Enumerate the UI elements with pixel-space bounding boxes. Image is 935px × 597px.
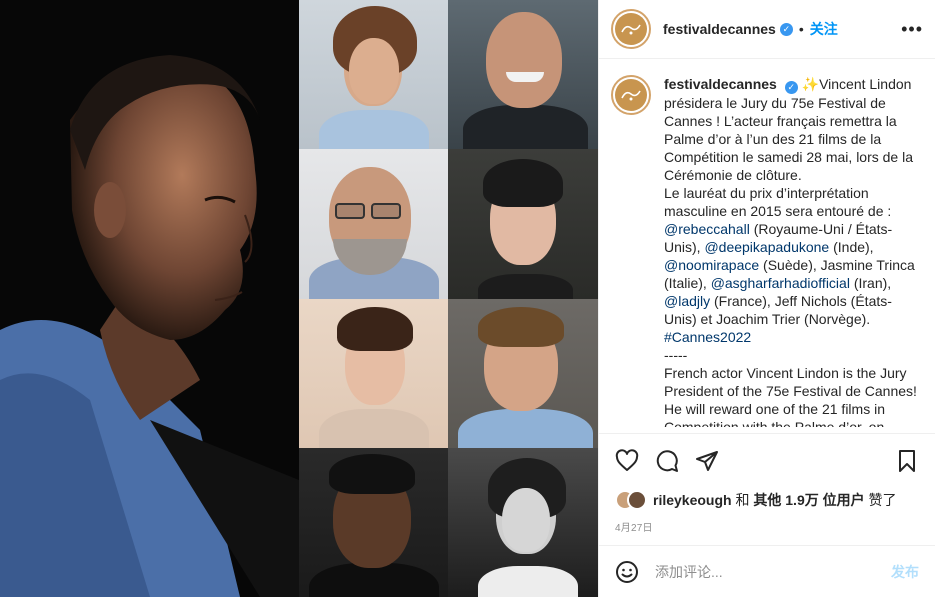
post-date[interactable]: 4月27日 — [599, 513, 935, 539]
sparkle-emoji: ✨ — [801, 76, 820, 92]
mention-ladjly[interactable]: @ladjly — [664, 293, 710, 309]
likes-others-link[interactable]: 其他 1.9万 位用户 — [753, 490, 864, 510]
portrait-illustration — [0, 0, 299, 597]
avatar — [627, 490, 647, 510]
comment-input[interactable] — [655, 563, 891, 580]
likes-summary: rileykeough 和 其他 1.9万 位用户 赞了 — [599, 487, 935, 513]
mention-rebeccahall[interactable]: @rebeccahall — [664, 221, 750, 237]
cannes-logo-icon — [615, 13, 647, 45]
liker-avatars[interactable] — [615, 490, 647, 510]
post-header: festivaldecannes ✓ • 关注 ••• — [599, 0, 935, 59]
portrait-asghar-farhadi — [299, 149, 448, 299]
caption-avatar[interactable] — [611, 75, 651, 115]
portrait-rebecca-hall — [448, 149, 598, 299]
emoji-icon[interactable] — [615, 560, 639, 584]
caption-paragraph-2: Le lauréat du prix d’interprétation masc… — [664, 185, 915, 345]
profile-avatar[interactable] — [611, 9, 651, 49]
follow-button[interactable]: 关注 — [810, 19, 838, 39]
portrait-noomi-rapace — [299, 299, 448, 448]
post-sidebar: festivaldecannes ✓ • 关注 ••• festivaldeca… — [598, 0, 935, 597]
portrait-joachim-trier — [448, 0, 598, 149]
portrait-main-photo — [0, 0, 299, 597]
hashtag-cannes2022[interactable]: #Cannes2022 — [664, 329, 751, 345]
verified-icon: ✓ — [784, 81, 798, 94]
post-comment-button[interactable]: 发布 — [891, 562, 919, 582]
caption-section: festivaldecannes ✓ ✨Vincent Lindon prési… — [599, 59, 935, 433]
action-bar — [599, 433, 935, 487]
bookmark-icon[interactable] — [895, 449, 919, 473]
comment-bar: 发布 — [599, 545, 935, 597]
portrait-jasmine-trinca — [299, 0, 448, 149]
header-username[interactable]: festivaldecannes — [663, 21, 776, 37]
mention-asgharfarhadiofficial[interactable]: @asgharfarhadiofficial — [711, 275, 850, 291]
instagram-post: festivaldecannes ✓ • 关注 ••• festivaldeca… — [0, 0, 935, 597]
caption-paragraph-3: French actor Vincent Lindon is the Jury … — [664, 365, 917, 427]
mention-deepikapadukone[interactable]: @deepikapadukone — [704, 239, 829, 255]
verified-icon: ✓ — [779, 22, 793, 36]
portrait-jeff-nichols — [448, 299, 598, 448]
portrait-ladj-ly — [299, 448, 448, 597]
cannes-logo-icon — [615, 79, 647, 111]
heart-icon[interactable] — [615, 448, 639, 473]
share-icon[interactable] — [695, 449, 719, 473]
caption-text: festivaldecannes ✓ ✨Vincent Lindon prési… — [664, 75, 918, 427]
portrait-grid — [299, 0, 598, 597]
more-icon[interactable]: ••• — [901, 19, 923, 40]
caption-separator: ----- — [664, 347, 688, 363]
likes-liked-text: 赞了 — [868, 492, 897, 508]
portrait-deepika-padukone — [448, 448, 598, 597]
post-image[interactable] — [0, 0, 598, 597]
caption-username[interactable]: festivaldecannes — [664, 76, 777, 92]
liker-username[interactable]: rileykeough — [653, 492, 732, 508]
mention-noomirapace[interactable]: @noomirapace — [664, 257, 759, 273]
separator-dot: • — [798, 21, 804, 37]
likes-and: 和 — [735, 492, 750, 508]
comment-icon[interactable] — [655, 449, 679, 473]
